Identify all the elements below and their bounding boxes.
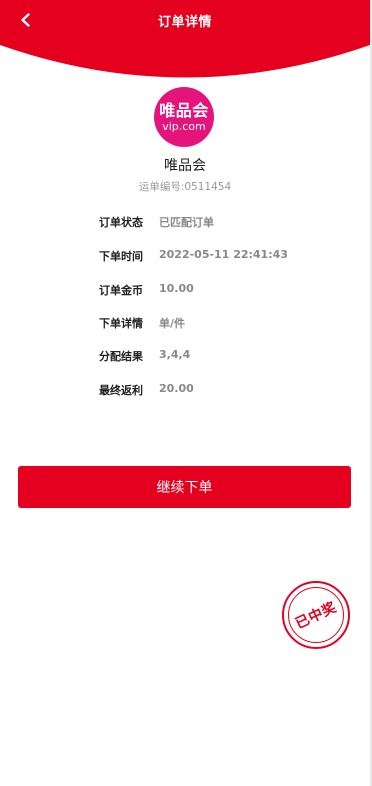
- detail-value: 单/件: [159, 317, 186, 330]
- header-bar: 订单详情: [0, 0, 370, 80]
- page-title: 订单详情: [157, 15, 212, 30]
- detail-value: 已匹配订单: [159, 216, 214, 229]
- detail-value: 3,4,4: [159, 348, 191, 361]
- detail-row-order-details: 下单详情 单/件: [0, 315, 370, 333]
- detail-row-status: 订单状态 已匹配订单: [0, 214, 370, 232]
- detail-row-allocation: 分配结果 3,4,4: [0, 348, 370, 366]
- winner-stamp: 已中奖: [282, 581, 350, 649]
- merchant-logo: 唯品会 vip.com: [154, 87, 214, 147]
- detail-row-coins: 订单金币 10.00: [0, 282, 370, 300]
- detail-label: 下单详情: [99, 317, 143, 330]
- detail-row-rebate: 最终返利 20.00: [0, 382, 370, 400]
- detail-label: 下单时间: [99, 250, 143, 263]
- detail-label: 分配结果: [99, 350, 143, 363]
- logo-subtext: vip.com: [162, 119, 206, 133]
- tracking-number: 运单编号:0511454: [138, 181, 232, 193]
- continue-order-button[interactable]: 继续下单: [18, 466, 351, 508]
- merchant-name: 唯品会: [164, 158, 206, 174]
- detail-value: 20.00: [159, 382, 194, 395]
- logo-text: 唯品会: [159, 100, 209, 120]
- detail-row-order-time: 下单时间 2022-05-11 22:41:43: [0, 248, 370, 266]
- detail-label: 订单金币: [99, 284, 143, 297]
- detail-value: 2022-05-11 22:41:43: [159, 248, 288, 261]
- detail-label: 订单状态: [99, 216, 143, 229]
- detail-label: 最终返利: [99, 384, 143, 397]
- detail-value: 10.00: [159, 282, 194, 295]
- order-detail-page: 订单详情 唯品会 vip.com 唯品会 运单编号:0511454 订单状态 已…: [0, 0, 372, 786]
